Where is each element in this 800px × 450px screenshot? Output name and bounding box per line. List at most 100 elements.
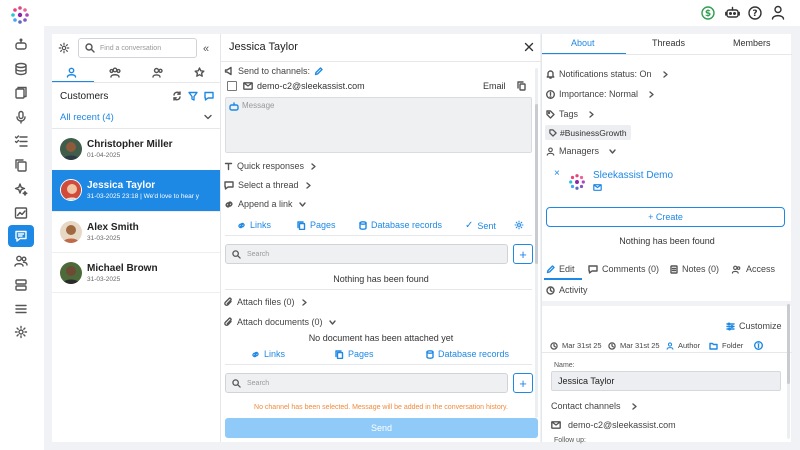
tag-chip[interactable]: #BusinessGrowth — [545, 125, 631, 140]
conversations-icon[interactable] — [8, 225, 34, 247]
conversation-item[interactable]: Michael Brown 31-03-2025 — [52, 252, 220, 293]
paperclip-icon — [224, 297, 232, 306]
edit-icon[interactable] — [314, 66, 323, 76]
customize-label: Customize — [739, 321, 782, 331]
select-thread-label: Select a thread — [238, 180, 299, 190]
sparkle-icon[interactable] — [8, 178, 34, 200]
tags[interactable]: Tags — [546, 109, 595, 119]
tab-comments[interactable]: Comments (0) — [588, 264, 659, 274]
notifications-status[interactable]: Notifications status: On — [546, 69, 669, 79]
svg-text:?: ? — [752, 9, 757, 19]
tab-activity[interactable]: Activity — [546, 285, 588, 295]
attach-documents[interactable]: Attach documents (0) — [224, 317, 336, 327]
add-document-button[interactable]: + — [513, 373, 533, 393]
attach-files[interactable]: Attach files (0) — [224, 297, 308, 307]
message-placeholder: Message — [242, 101, 275, 110]
managers[interactable]: Managers — [546, 146, 616, 156]
copy-icon[interactable] — [8, 154, 34, 176]
updated-date: Mar 31st 25 — [608, 341, 660, 350]
info-icon[interactable] — [754, 341, 763, 350]
create-button[interactable]: + Create — [546, 207, 785, 227]
person-icon — [666, 341, 674, 350]
conversation-item[interactable]: Christopher Miller 01-04-2025 — [52, 129, 220, 170]
text-icon — [224, 162, 233, 170]
tab-database-records[interactable]: Database records — [359, 220, 442, 230]
link-search-input[interactable]: Search — [225, 244, 508, 264]
chevron-right-icon — [301, 298, 307, 306]
message-input[interactable]: Message — [225, 97, 532, 153]
tab-activity-label: Activity — [559, 285, 588, 295]
chevron-down-icon[interactable] — [204, 114, 212, 120]
customize-button[interactable]: Customize — [726, 321, 782, 331]
remove-manager-icon[interactable]: × — [554, 168, 560, 179]
person-icon — [546, 146, 555, 156]
select-thread[interactable]: Select a thread — [224, 180, 312, 190]
author-link[interactable]: Author — [666, 341, 700, 350]
tab-members[interactable]: Members — [733, 38, 771, 48]
tab-person[interactable] — [66, 67, 77, 78]
conversation-item-active[interactable]: Jessica Taylor 31-03-2025 23:18 | We'd l… — [52, 170, 220, 211]
microphone-icon[interactable] — [8, 106, 34, 128]
quick-responses[interactable]: Quick responses — [224, 161, 317, 171]
manager-name[interactable]: Sleekassist Demo — [593, 170, 673, 181]
tab-favorites[interactable] — [194, 67, 205, 78]
database-icon[interactable] — [8, 58, 34, 80]
tab-sent[interactable]: ✓ Sent — [465, 220, 496, 231]
settings-icon[interactable] — [58, 42, 70, 54]
documents-icon[interactable] — [8, 82, 34, 104]
conversation-name: Jessica Taylor — [87, 180, 156, 191]
tab-edit-label: Edit — [559, 264, 575, 274]
tab-group[interactable] — [109, 67, 121, 78]
tab-doc-links-label: Links — [264, 349, 286, 359]
add-link-button[interactable]: + — [513, 244, 533, 264]
tab-threads[interactable]: Threads — [652, 38, 685, 48]
users-icon[interactable] — [8, 250, 34, 272]
tab-links[interactable]: Links — [237, 220, 271, 230]
user-icon[interactable] — [771, 5, 785, 20]
details-scrollbar-thumb[interactable] — [787, 304, 790, 384]
settings-icon[interactable] — [8, 321, 34, 343]
author-label: Author — [678, 341, 701, 350]
dollar-icon[interactable]: $ — [701, 6, 715, 20]
robot-icon[interactable] — [725, 6, 740, 20]
help-icon[interactable]: ? — [748, 6, 762, 20]
contact-channels[interactable]: Contact channels — [551, 401, 638, 411]
message-icon[interactable] — [204, 91, 214, 101]
send-to-channels: Send to channels: — [224, 66, 323, 76]
tab-edit[interactable]: Edit — [546, 264, 575, 274]
tab-pages[interactable]: Pages — [297, 220, 336, 230]
tab-access[interactable]: Access — [731, 264, 775, 274]
filter-dropdown[interactable]: All recent (4) — [60, 112, 114, 123]
send-button[interactable]: Send — [225, 418, 538, 438]
importance[interactable]: Importance: Normal — [546, 89, 655, 99]
name-input[interactable]: Jessica Taylor — [551, 371, 781, 391]
analytics-icon[interactable] — [8, 202, 34, 224]
copy-icon[interactable] — [517, 81, 526, 91]
chat-bot-icon[interactable] — [8, 34, 34, 56]
append-link[interactable]: Append a link — [224, 199, 306, 209]
tab-doc-links[interactable]: Links — [251, 349, 285, 359]
checklist-icon[interactable] — [8, 130, 34, 152]
tab-notes[interactable]: Notes (0) — [670, 264, 719, 274]
tab-doc-database-records[interactable]: Database records — [426, 349, 509, 359]
chevron-right-icon — [662, 70, 668, 78]
chat-scrollbar-thumb[interactable] — [535, 104, 538, 264]
folder-link[interactable]: Folder — [709, 341, 743, 350]
document-search-input[interactable]: Search — [225, 373, 508, 393]
conversation-item[interactable]: Alex Smith 31-03-2025 — [52, 211, 220, 252]
servers-icon[interactable] — [8, 274, 34, 296]
tab-doc-pages[interactable]: Pages — [335, 349, 374, 359]
filter-icon[interactable] — [188, 91, 198, 101]
channel-checkbox[interactable] — [227, 81, 237, 91]
settings-icon[interactable] — [514, 220, 524, 230]
tab-contacts[interactable] — [152, 67, 164, 78]
collapse-icon[interactable]: « — [203, 43, 209, 55]
menu-icon[interactable] — [8, 298, 34, 320]
tab-about[interactable]: About — [571, 38, 595, 48]
app-logo[interactable] — [10, 5, 30, 25]
close-icon[interactable] — [524, 42, 534, 52]
search-icon — [232, 249, 241, 259]
refresh-icon[interactable] — [172, 91, 182, 101]
folder-label: Folder — [722, 341, 744, 350]
conversation-search[interactable]: Find a conversation — [78, 38, 197, 58]
